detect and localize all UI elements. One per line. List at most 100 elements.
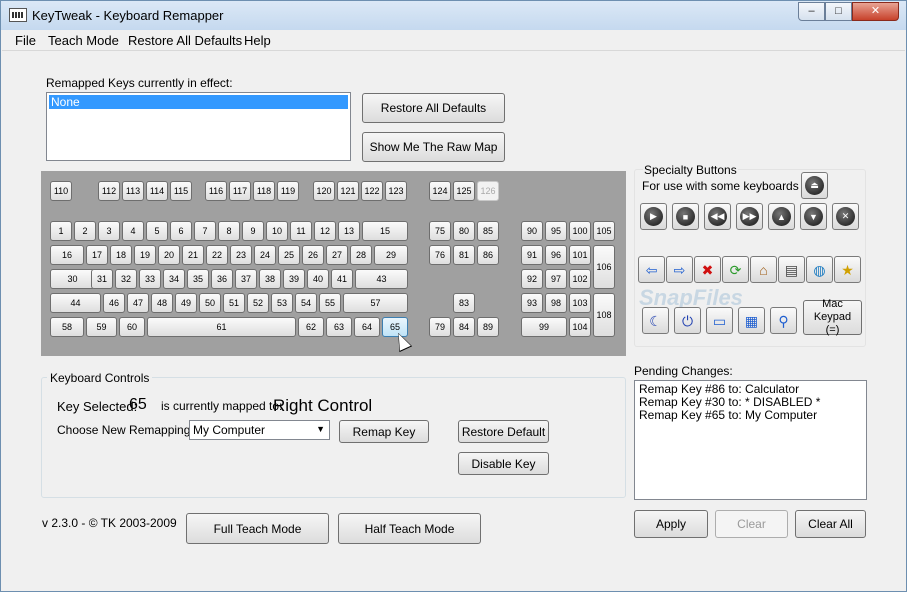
key-44[interactable]: 44 xyxy=(50,293,101,313)
menu-teach-mode[interactable]: Teach Mode xyxy=(48,33,119,48)
key-35[interactable]: 35 xyxy=(187,269,209,289)
key-80[interactable]: 80 xyxy=(453,221,475,241)
key-119[interactable]: 119 xyxy=(277,181,299,201)
key-39[interactable]: 39 xyxy=(283,269,305,289)
key-95[interactable]: 95 xyxy=(545,221,567,241)
play-button[interactable]: ▶ xyxy=(640,203,667,230)
key-27[interactable]: 27 xyxy=(326,245,348,265)
key-53[interactable]: 53 xyxy=(271,293,293,313)
key-26[interactable]: 26 xyxy=(302,245,324,265)
close-button[interactable]: ✕ xyxy=(852,2,899,21)
key-54[interactable]: 54 xyxy=(295,293,317,313)
key-17[interactable]: 17 xyxy=(86,245,108,265)
key-81[interactable]: 81 xyxy=(453,245,475,265)
key-31[interactable]: 31 xyxy=(91,269,113,289)
key-63[interactable]: 63 xyxy=(326,317,352,337)
key-28[interactable]: 28 xyxy=(350,245,372,265)
key-50[interactable]: 50 xyxy=(199,293,221,313)
key-23[interactable]: 23 xyxy=(230,245,252,265)
key-121[interactable]: 121 xyxy=(337,181,359,201)
prev-track-button[interactable]: ◀◀ xyxy=(704,203,731,230)
volume-down-button[interactable]: ▼ xyxy=(800,203,827,230)
key-120[interactable]: 120 xyxy=(313,181,335,201)
remapping-select[interactable]: My Computer ▼ xyxy=(189,420,330,440)
menu-help[interactable]: Help xyxy=(244,33,271,48)
restore-default-button[interactable]: Restore Default xyxy=(458,420,549,443)
key-104[interactable]: 104 xyxy=(569,317,591,337)
clear-all-button[interactable]: Clear All xyxy=(795,510,866,538)
key-36[interactable]: 36 xyxy=(211,269,233,289)
title-bar[interactable]: KeyTweak - Keyboard Remapper – □ ✕ xyxy=(1,1,906,30)
key-10[interactable]: 10 xyxy=(266,221,288,241)
disable-key-button[interactable]: Disable Key xyxy=(458,452,549,475)
key-40[interactable]: 40 xyxy=(307,269,329,289)
key-110[interactable]: 110 xyxy=(50,181,72,201)
remap-key-button[interactable]: Remap Key xyxy=(339,420,429,443)
key-32[interactable]: 32 xyxy=(115,269,137,289)
key-58[interactable]: 58 xyxy=(50,317,84,337)
key-98[interactable]: 98 xyxy=(545,293,567,313)
key-43[interactable]: 43 xyxy=(355,269,408,289)
key-15[interactable]: 15 xyxy=(362,221,408,241)
key-24[interactable]: 24 xyxy=(254,245,276,265)
power-button[interactable]: ⏻ xyxy=(674,307,701,334)
key-93[interactable]: 93 xyxy=(521,293,543,313)
key-112[interactable]: 112 xyxy=(98,181,120,201)
key-22[interactable]: 22 xyxy=(206,245,228,265)
key-91[interactable]: 91 xyxy=(521,245,543,265)
key-122[interactable]: 122 xyxy=(361,181,383,201)
key-100[interactable]: 100 xyxy=(569,221,591,241)
key-75[interactable]: 75 xyxy=(429,221,451,241)
key-30[interactable]: 30 xyxy=(50,269,95,289)
key-25[interactable]: 25 xyxy=(278,245,300,265)
list-item[interactable]: None xyxy=(49,95,348,109)
key-47[interactable]: 47 xyxy=(127,293,149,313)
web-globe-button[interactable]: ◍ xyxy=(806,256,833,283)
key-46[interactable]: 46 xyxy=(103,293,125,313)
key-123[interactable]: 123 xyxy=(385,181,407,201)
key-38[interactable]: 38 xyxy=(259,269,281,289)
show-raw-map-button[interactable]: Show Me The Raw Map xyxy=(362,132,505,162)
key-13[interactable]: 13 xyxy=(338,221,360,241)
key-114[interactable]: 114 xyxy=(146,181,168,201)
key-48[interactable]: 48 xyxy=(151,293,173,313)
back-button[interactable]: ⇦ xyxy=(638,256,665,283)
key-34[interactable]: 34 xyxy=(163,269,185,289)
key-41[interactable]: 41 xyxy=(331,269,353,289)
key-116[interactable]: 116 xyxy=(205,181,227,201)
apply-button[interactable]: Apply xyxy=(634,510,708,538)
home-button[interactable]: ⌂ xyxy=(750,256,777,283)
next-track-button[interactable]: ▶▶ xyxy=(736,203,763,230)
key-118[interactable]: 118 xyxy=(253,181,275,201)
key-55[interactable]: 55 xyxy=(319,293,341,313)
key-57[interactable]: 57 xyxy=(343,293,408,313)
key-1[interactable]: 1 xyxy=(50,221,72,241)
remapped-keys-list[interactable]: None xyxy=(46,92,351,161)
my-computer-button[interactable]: ▭ xyxy=(706,307,733,334)
key-84[interactable]: 84 xyxy=(453,317,475,337)
key-108[interactable]: 108 xyxy=(593,293,615,337)
key-86[interactable]: 86 xyxy=(477,245,499,265)
key-51[interactable]: 51 xyxy=(223,293,245,313)
key-106[interactable]: 106 xyxy=(593,245,615,289)
key-64[interactable]: 64 xyxy=(354,317,380,337)
key-20[interactable]: 20 xyxy=(158,245,180,265)
pending-changes-list[interactable]: Remap Key #86 to: Calculator Remap Key #… xyxy=(634,380,867,500)
mute-button[interactable]: ✕ xyxy=(832,203,859,230)
menu-file[interactable]: File xyxy=(15,33,36,48)
minimize-button[interactable]: – xyxy=(798,2,825,21)
refresh-button[interactable]: ⟳ xyxy=(722,256,749,283)
key-2[interactable]: 2 xyxy=(74,221,96,241)
key-61[interactable]: 61 xyxy=(147,317,296,337)
key-101[interactable]: 101 xyxy=(569,245,591,265)
key-85[interactable]: 85 xyxy=(477,221,499,241)
key-105[interactable]: 105 xyxy=(593,221,615,241)
key-5[interactable]: 5 xyxy=(146,221,168,241)
forward-button[interactable]: ⇨ xyxy=(666,256,693,283)
clear-button[interactable]: Clear xyxy=(715,510,788,538)
key-124[interactable]: 124 xyxy=(429,181,451,201)
key-99[interactable]: 99 xyxy=(521,317,567,337)
restore-all-defaults-button[interactable]: Restore All Defaults xyxy=(362,93,505,123)
key-12[interactable]: 12 xyxy=(314,221,336,241)
key-83[interactable]: 83 xyxy=(453,293,475,313)
